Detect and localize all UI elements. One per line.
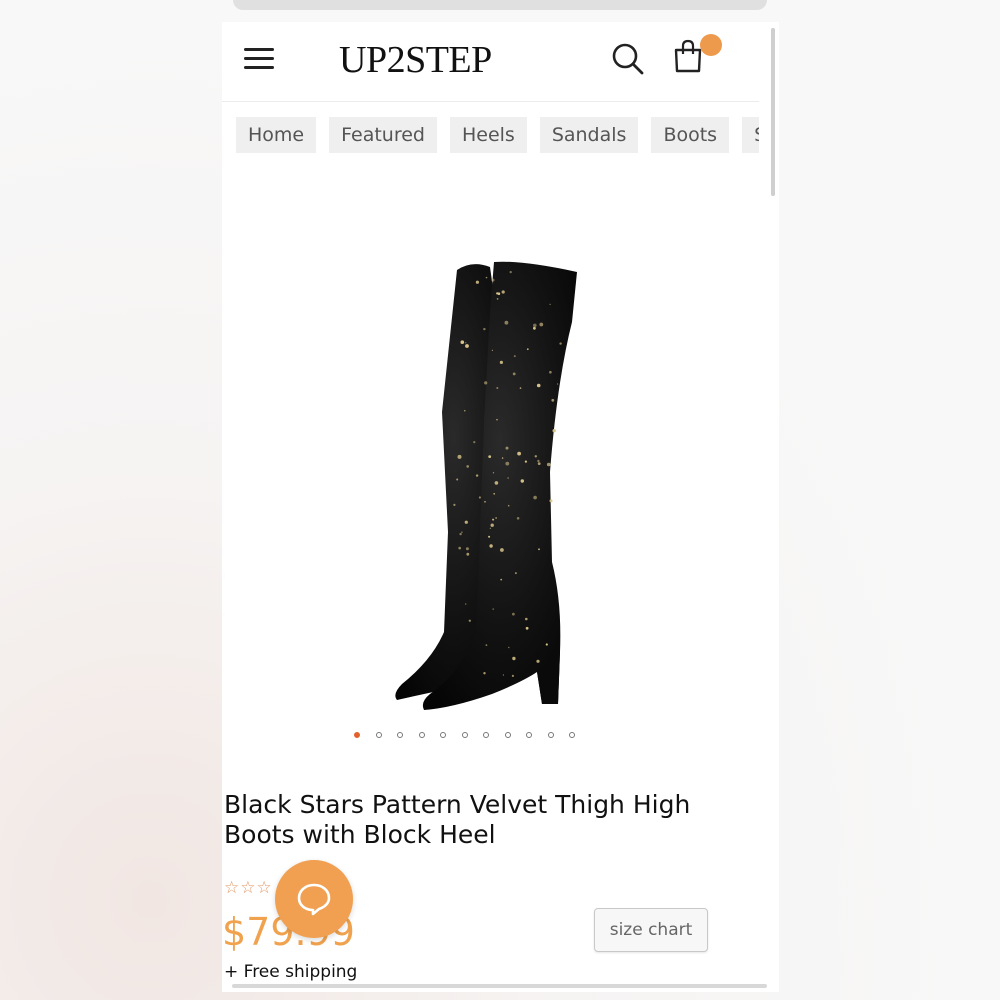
- nav-item-boots[interactable]: Boots: [651, 117, 730, 153]
- site-logo[interactable]: UP2STEP: [339, 38, 492, 82]
- chat-bubble-icon: [297, 883, 331, 916]
- size-chart-button[interactable]: size chart: [594, 908, 708, 952]
- nav-item-home[interactable]: Home: [236, 117, 317, 153]
- mobile-page: UP2STEP Home Featured Heels Sandals Boots Su: [222, 22, 779, 992]
- gallery-dot[interactable]: [461, 731, 468, 738]
- gallery-dot[interactable]: [440, 731, 446, 738]
- product-title: Black Stars Pattern Velvet Thigh High Bo…: [224, 790, 691, 849]
- gallery-dot[interactable]: [418, 731, 425, 738]
- scrollbar[interactable]: [771, 28, 775, 196]
- product-image[interactable]: [372, 232, 612, 712]
- gallery-dot[interactable]: [504, 731, 511, 738]
- nav-item-heels[interactable]: Heels: [449, 117, 527, 153]
- gallery-dot[interactable]: [375, 731, 382, 738]
- hamburger-menu-icon[interactable]: [244, 48, 274, 72]
- rating-stars[interactable]: ☆☆☆: [224, 878, 273, 898]
- browser-address-bar: [233, 0, 767, 10]
- shipping-info: + Free shipping: [224, 962, 358, 982]
- gallery-dot[interactable]: [483, 731, 489, 738]
- gallery-dot[interactable]: [397, 731, 403, 738]
- cart-badge: [700, 34, 722, 56]
- gallery-dot[interactable]: [354, 731, 360, 738]
- nav-item-more[interactable]: Su: [742, 117, 759, 153]
- gallery-dot[interactable]: [569, 731, 575, 738]
- bottom-scroll-indicator: [232, 984, 767, 988]
- nav-item-sandals[interactable]: Sandals: [539, 117, 639, 153]
- category-nav: Home Featured Heels Sandals Boots Su: [236, 117, 759, 153]
- search-icon[interactable]: [611, 42, 645, 76]
- gallery-dot[interactable]: [526, 731, 532, 738]
- site-header: UP2STEP: [222, 22, 759, 102]
- gallery-dot[interactable]: [547, 731, 554, 738]
- chat-button[interactable]: [275, 860, 353, 938]
- nav-item-featured[interactable]: Featured: [329, 117, 437, 153]
- gallery-pagination: [354, 726, 591, 738]
